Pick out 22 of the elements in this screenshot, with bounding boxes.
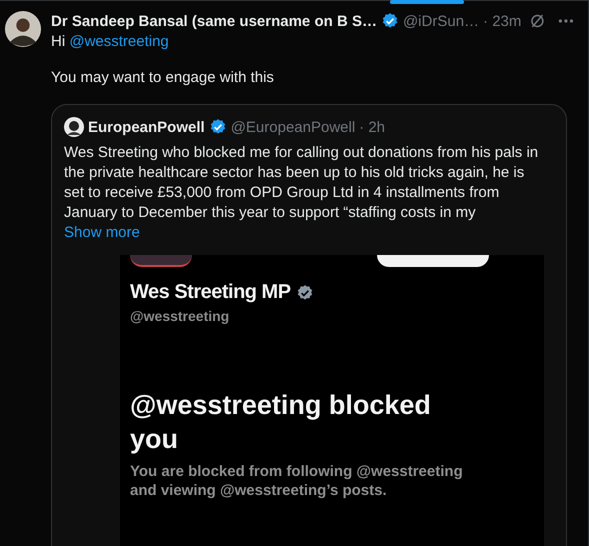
slashed-circle-icon[interactable] [529,12,546,30]
more-icon[interactable] [558,18,574,24]
show-more-link[interactable]: Show more [64,223,140,243]
post-text: You may want to engage with this [51,68,275,88]
blocked-heading: @wesstreeting blocked you [130,389,432,456]
quoted-post-text: Wes Streeting who blocked me for calling out donations from his pals in the private healthcare sector has been up to his old tricks again, he is set to receive £53,000 from OPD Group Ltd in 4 installments from January to December this year to support “staffing costs in my [64,143,540,223]
mention-link[interactable]: @wesstreeting [69,33,169,50]
avatar-icon [64,117,84,137]
blocked-message: You are blocked from following @wesstreeting and viewing @wesstreeting’s posts. [130,462,464,500]
post-time[interactable]: · 23m [483,12,522,30]
avatar-icon [130,255,192,267]
screenshot-image[interactable]: Wes Streeting MP @wesstreeting @wesstreeting blocked you You are blocked from following @wesstreeting and viewing @wesstreeting’s posts. [120,255,544,546]
author-name[interactable]: EuropeanPowell [88,118,205,136]
author-name[interactable]: Dr Sandeep Bansal (same username on B S… [51,12,377,30]
profile-name: Wes Streeting MP [130,281,291,304]
post-time[interactable]: · 2h [359,118,386,136]
profile-handle: @wesstreeting [130,308,230,324]
author-handle[interactable]: @EuropeanPowell [230,118,356,136]
avatar-icon [4,10,42,48]
quoted-post-card[interactable] [51,104,567,546]
post-text: Hi @wesstreeting [51,32,170,52]
author-handle[interactable]: @iDrSun… [402,12,480,30]
